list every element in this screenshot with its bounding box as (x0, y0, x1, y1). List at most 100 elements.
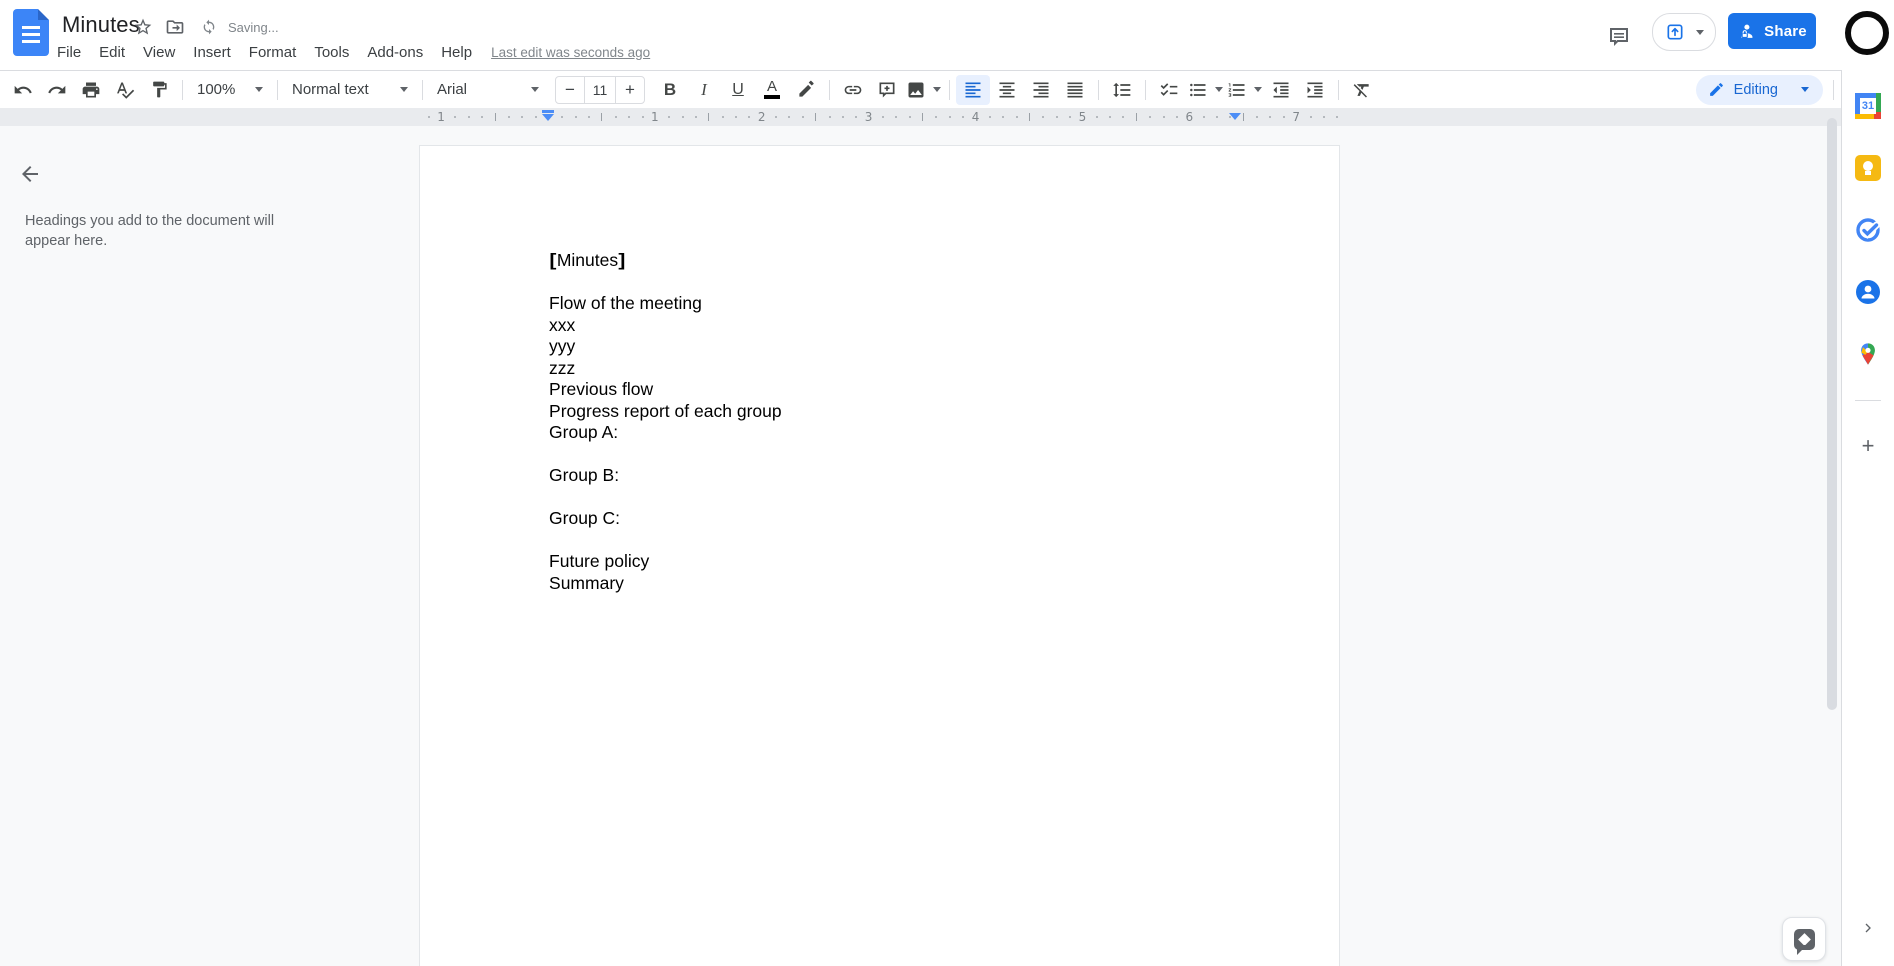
hide-side-panel-button[interactable] (1848, 908, 1888, 948)
right-indent-marker[interactable] (1229, 108, 1241, 120)
font-size-increase-button[interactable]: + (616, 77, 644, 103)
menu-edit[interactable]: Edit (90, 41, 134, 64)
doc-line[interactable]: Progress report of each group (549, 401, 1233, 423)
italic-button[interactable]: I (687, 75, 721, 105)
doc-line[interactable] (549, 487, 1233, 509)
ruler-tick (534, 116, 537, 118)
highlight-color-button[interactable] (789, 75, 823, 105)
ruler-tick (1028, 113, 1030, 121)
doc-line[interactable]: Previous flow (549, 379, 1233, 401)
sync-saving-icon (197, 15, 221, 39)
open-comment-history-button[interactable] (1599, 17, 1639, 57)
bold-button[interactable]: B (653, 75, 687, 105)
doc-line[interactable]: Group B: (549, 465, 1233, 487)
menu-insert[interactable]: Insert (184, 41, 240, 64)
google-keep-icon[interactable] (1848, 148, 1888, 188)
styles-dropdown[interactable]: Normal text (284, 75, 416, 105)
share-button[interactable]: Share (1728, 13, 1816, 49)
menu-add-ons[interactable]: Add-ons (358, 41, 432, 64)
document-title-input[interactable]: Minutes (62, 12, 140, 38)
redo-button[interactable] (40, 75, 74, 105)
font-dropdown[interactable]: Arial (429, 75, 547, 105)
left-indent-marker[interactable] (542, 108, 554, 121)
print-button[interactable] (74, 75, 108, 105)
doc-line[interactable]: Future policy (549, 551, 1233, 573)
line-spacing-button[interactable] (1105, 75, 1139, 105)
move-to-folder-icon[interactable] (163, 15, 187, 39)
doc-line[interactable] (549, 272, 1233, 294)
google-maps-icon[interactable] (1848, 334, 1888, 374)
account-avatar[interactable] (1845, 11, 1889, 55)
font-size-value[interactable]: 11 (584, 76, 616, 103)
text-color-button[interactable]: A (755, 75, 789, 105)
spelling-check-button[interactable] (108, 75, 142, 105)
doc-line[interactable] (549, 444, 1233, 466)
google-contacts-icon[interactable] (1848, 272, 1888, 312)
get-add-ons-button[interactable]: + (1848, 426, 1888, 466)
decrease-indent-button[interactable] (1264, 75, 1298, 105)
doc-line[interactable]: Group C: (549, 508, 1233, 530)
google-tasks-icon[interactable] (1848, 210, 1888, 250)
ruler-tick (735, 116, 738, 118)
doc-line[interactable]: Flow of the meeting (549, 293, 1233, 315)
doc-line[interactable]: xxx (549, 315, 1233, 337)
editing-mode-dropdown[interactable]: Editing (1695, 74, 1823, 105)
zoom-dropdown[interactable]: 100% (189, 75, 271, 105)
doc-line[interactable] (549, 530, 1233, 552)
explore-button[interactable] (1782, 917, 1826, 961)
ruler-number: 2 (757, 110, 766, 124)
bulleted-list-dropdown-caret[interactable] (1215, 87, 1223, 96)
vertical-scrollbar[interactable] (1827, 118, 1837, 710)
doc-line[interactable]: zzz (549, 358, 1233, 380)
align-left-button[interactable] (956, 74, 990, 105)
star-icon[interactable] (131, 15, 155, 39)
menu-file[interactable]: File (48, 41, 90, 64)
justify-button[interactable] (1058, 75, 1092, 105)
ruler-tick (1135, 113, 1137, 121)
numbered-list-dropdown-caret[interactable] (1254, 87, 1262, 96)
checklist-button[interactable] (1152, 75, 1186, 105)
ruler-tick (574, 116, 577, 118)
doc-line[interactable]: yyy (549, 336, 1233, 358)
add-comment-button[interactable] (870, 75, 904, 105)
menu-view[interactable]: View (134, 41, 184, 64)
google-docs-logo-icon[interactable] (13, 9, 49, 56)
ruler[interactable]: 1 1 2 3 4 5 6 7 (0, 108, 1841, 126)
insert-image-button[interactable] (904, 75, 943, 105)
ruler-tick (1269, 116, 1272, 118)
present-button[interactable] (1652, 13, 1716, 51)
close-outline-button[interactable] (10, 154, 50, 194)
numbered-list-button[interactable] (1225, 75, 1264, 105)
first-line-indent-marker[interactable] (542, 110, 554, 113)
bulleted-list-button[interactable] (1186, 75, 1225, 105)
document-page[interactable]: [Minutes] Flow of the meeting xxx yyy zzz Pr… (419, 145, 1340, 966)
paint-format-button[interactable] (142, 75, 176, 105)
font-size-decrease-button[interactable]: − (556, 77, 584, 103)
menu-tools[interactable]: Tools (305, 41, 358, 64)
underline-button[interactable]: U (721, 75, 755, 105)
image-dropdown-caret[interactable] (933, 87, 941, 96)
app-header: Minutes Saving... File Edit View Insert Form… (0, 0, 1894, 71)
clear-formatting-button[interactable] (1345, 75, 1379, 105)
align-center-button[interactable] (990, 75, 1024, 105)
align-right-button[interactable] (1024, 75, 1058, 105)
google-calendar-icon[interactable]: 31 (1848, 86, 1888, 126)
insert-link-button[interactable] (836, 75, 870, 105)
ruler-tick (1055, 116, 1058, 118)
doc-line[interactable]: Summary (549, 573, 1233, 595)
present-dropdown-caret[interactable] (1695, 29, 1704, 39)
increase-indent-button[interactable] (1298, 75, 1332, 105)
plus-icon: + (1861, 433, 1875, 458)
ruler-tick (628, 116, 631, 118)
ruler-tick (1095, 116, 1098, 118)
font-size-control: − 11 + (555, 75, 645, 104)
doc-line[interactable]: Group A: (549, 422, 1233, 444)
menu-help[interactable]: Help (432, 41, 481, 64)
menu-format[interactable]: Format (240, 41, 306, 64)
outline-placeholder-text: Headings you add to the document will ap… (25, 213, 275, 249)
ruler-tick (1242, 113, 1244, 121)
doc-line[interactable]: [Minutes] (549, 250, 1233, 272)
undo-button[interactable] (6, 75, 40, 105)
ruler-number: 6 (1185, 110, 1194, 124)
last-edit-link[interactable]: Last edit was seconds ago (491, 45, 650, 60)
